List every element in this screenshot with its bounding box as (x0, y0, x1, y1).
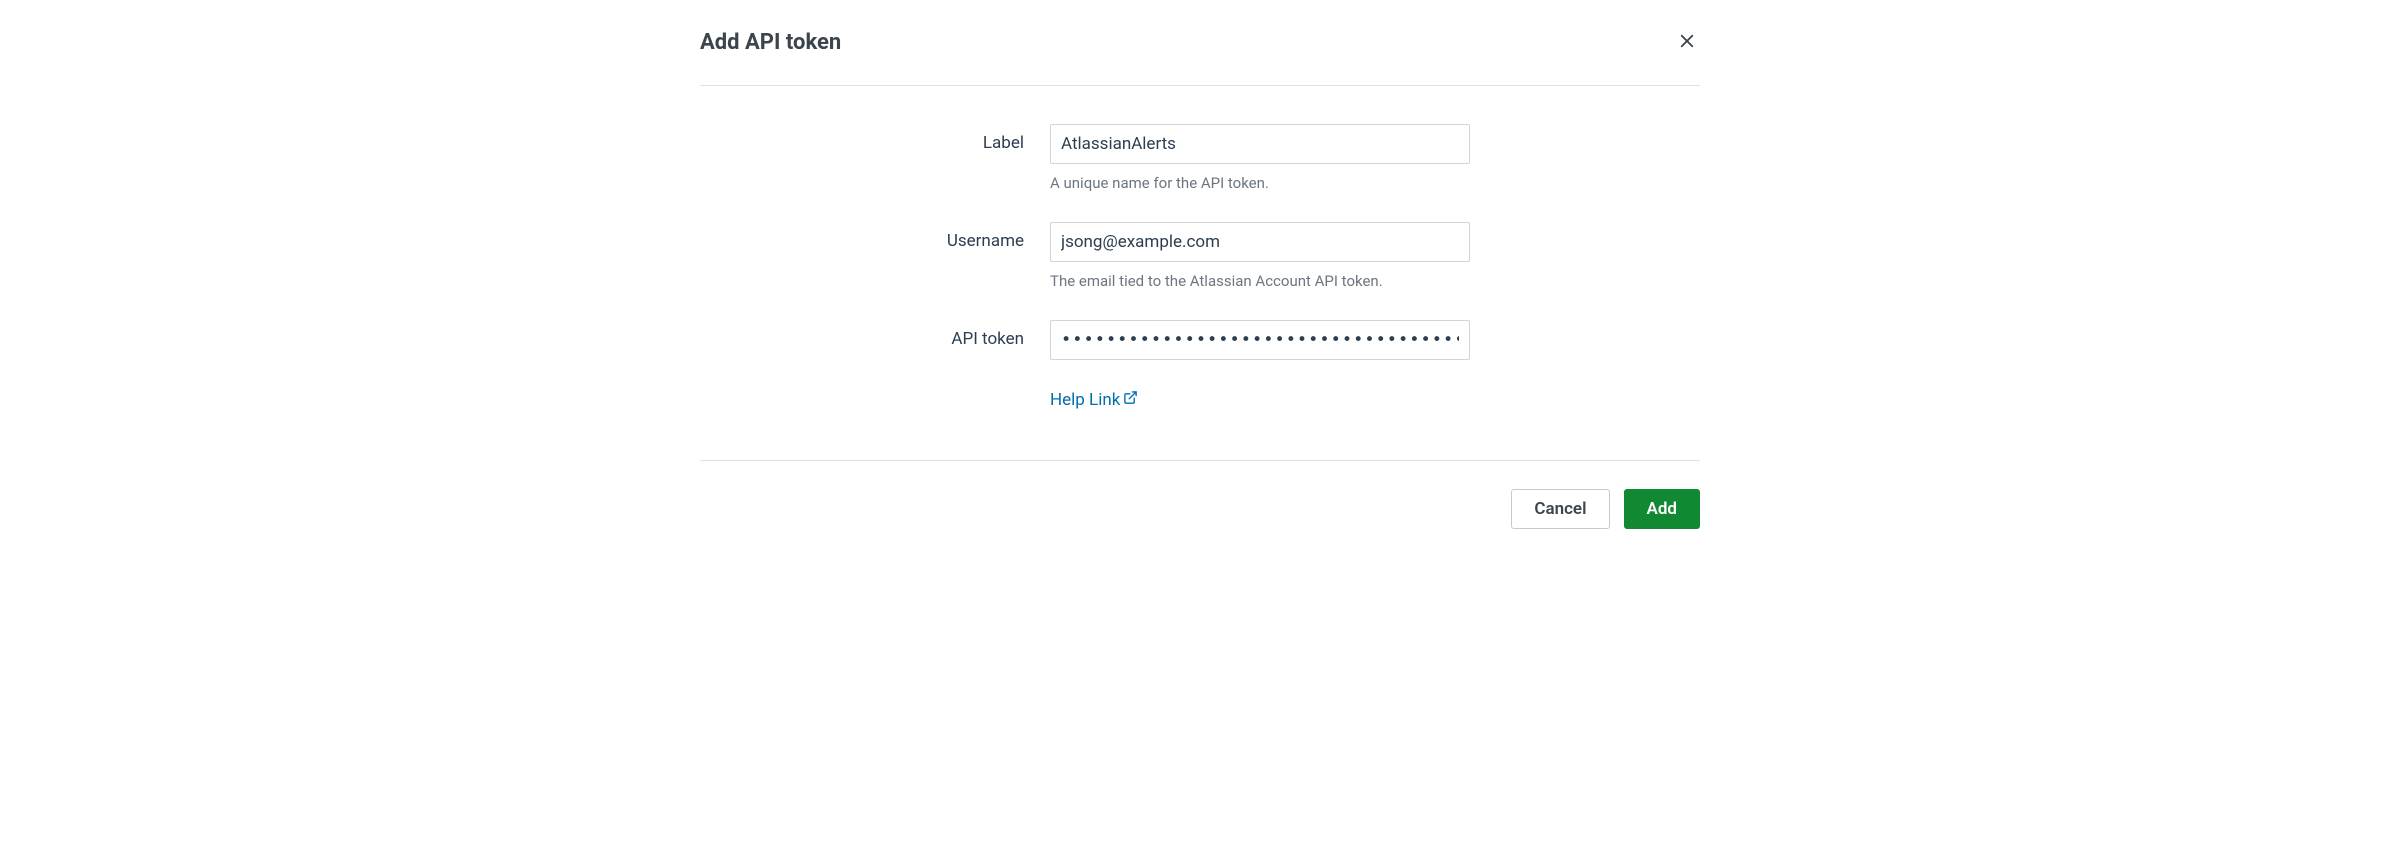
help-link-row: Help Link (700, 390, 1700, 410)
label-field-wrapper: A unique name for the API token. (1050, 124, 1470, 192)
external-link-icon (1123, 390, 1138, 410)
add-button[interactable]: Add (1624, 489, 1701, 529)
api-token-row: API token (700, 320, 1700, 360)
dialog-header: Add API token (700, 28, 1700, 86)
label-row: Label A unique name for the API token. (700, 124, 1700, 192)
label-field-label: Label (700, 124, 1050, 153)
username-row: Username The email tied to the Atlassian… (700, 222, 1700, 290)
dialog-body: Label A unique name for the API token. U… (700, 86, 1700, 461)
dialog-footer: Cancel Add (700, 461, 1700, 559)
api-token-field-wrapper (1050, 320, 1470, 360)
help-link-wrapper: Help Link (1050, 390, 1470, 410)
close-button[interactable] (1674, 28, 1700, 57)
label-help-text: A unique name for the API token. (1050, 174, 1470, 192)
username-help-text: The email tied to the Atlassian Account … (1050, 272, 1470, 290)
dialog-title: Add API token (700, 30, 841, 55)
label-input[interactable] (1050, 124, 1470, 164)
username-field-wrapper: The email tied to the Atlassian Account … (1050, 222, 1470, 290)
add-api-token-dialog: Add API token Label A unique name for th… (700, 0, 1700, 559)
close-icon (1678, 32, 1696, 53)
cancel-button[interactable]: Cancel (1511, 489, 1609, 529)
username-input[interactable] (1050, 222, 1470, 262)
help-link-text: Help Link (1050, 390, 1120, 410)
help-link[interactable]: Help Link (1050, 390, 1138, 410)
api-token-field-label: API token (700, 320, 1050, 349)
username-field-label: Username (700, 222, 1050, 251)
api-token-input[interactable] (1050, 320, 1470, 360)
